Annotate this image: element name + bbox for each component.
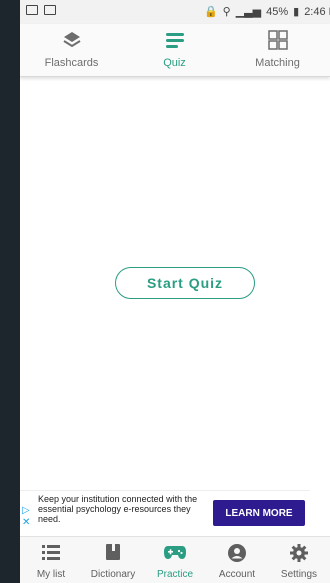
tab-flashcards[interactable]: Flashcards [20,24,123,76]
grid-icon [267,30,288,50]
tab-label: Matching [255,57,300,69]
gallery-icon [26,5,38,15]
gear-icon [290,544,308,562]
nav-label: Settings [280,569,318,580]
wifi-icon: ⚲ [222,6,231,18]
nav-account[interactable]: Account [206,537,268,583]
status-time: 2:46 P [304,5,330,18]
tab-label: Quiz [163,57,186,69]
ad-choices-icon[interactable]: ▷ [22,505,30,516]
tab-matching[interactable]: Matching [226,24,329,76]
learn-more-button[interactable]: LEARN MORE [213,500,305,526]
battery-icon: ▮ [293,6,300,18]
bottom-nav: My list Dictionary Practice Account Sett… [20,536,330,583]
tab-quiz[interactable]: Quiz [123,24,226,76]
signal-icon: ▁▃▅ [235,6,262,18]
ad-text: Keep your institution connected with the… [38,494,198,524]
list-icon [42,545,60,560]
status-bar: 🔒 ⚲ ▁▃▅ 45% ▮ 2:46 P [20,0,330,24]
nav-dictionary[interactable]: Dictionary [82,537,144,583]
ad-close-icon[interactable]: ✕ [22,517,30,528]
book-icon [106,544,120,560]
start-quiz-button[interactable]: Start Quiz [115,267,255,299]
lock-icon: 🔒 [203,6,218,18]
ad-banner[interactable]: ▷ ✕ Keep your institution connected with… [20,490,310,535]
quiz-lines-icon [165,33,184,48]
nav-practice[interactable]: Practice [144,537,206,583]
top-tab-bar: Flashcards Quiz Matching [20,24,330,77]
battery-level: 45% [266,5,289,18]
gamepad-icon [164,546,186,559]
layers-icon [62,32,81,48]
nav-settings[interactable]: Settings [268,537,330,583]
tab-label: Flashcards [44,57,99,69]
photo-icon [44,5,56,15]
nav-my-list[interactable]: My list [20,537,82,583]
account-icon [228,544,246,562]
